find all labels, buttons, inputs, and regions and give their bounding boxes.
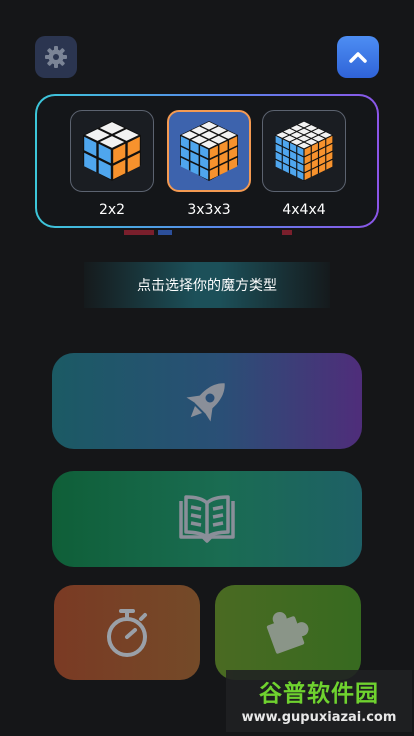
cube-label-4x4x4: 4x4x4 xyxy=(282,202,326,218)
cube-label-2x2: 2x2 xyxy=(98,202,126,218)
decor-red-left xyxy=(124,230,154,235)
puzzle-button[interactable] xyxy=(215,585,361,680)
cube-option-4x4x4[interactable] xyxy=(262,110,346,192)
watermark: 谷普软件园 www.gupuxiazai.com xyxy=(226,670,412,732)
cube-label-3x3x3: 3x3x3 xyxy=(187,202,231,218)
settings-button[interactable] xyxy=(35,36,77,78)
gear-icon xyxy=(45,46,67,68)
cube-4x4x4-icon xyxy=(275,121,333,181)
puzzle-icon xyxy=(266,611,309,654)
learn-button[interactable] xyxy=(52,471,362,567)
cube-2x2-icon xyxy=(83,121,141,181)
chevron-up-icon xyxy=(349,52,367,63)
rocket-icon xyxy=(186,383,225,422)
hint-text: 点击选择你的魔方类型 xyxy=(84,262,330,308)
speed-solve-button[interactable] xyxy=(52,353,362,449)
cube-option-3x3x3[interactable] xyxy=(167,110,251,192)
decor-blue xyxy=(158,230,172,235)
book-icon xyxy=(179,495,235,543)
cube-type-panel: 2x2 3x3x3 4x4x4 xyxy=(35,94,379,228)
cube-3x3x3-icon xyxy=(180,121,238,181)
cube-option-2x2[interactable] xyxy=(70,110,154,192)
stopwatch-icon xyxy=(107,608,147,657)
watermark-title: 谷普软件园 xyxy=(259,681,379,707)
timer-button[interactable] xyxy=(54,585,200,680)
watermark-url: www.gupuxiazai.com xyxy=(241,710,397,725)
collapse-button[interactable] xyxy=(337,36,379,78)
decor-red-right xyxy=(282,230,292,235)
